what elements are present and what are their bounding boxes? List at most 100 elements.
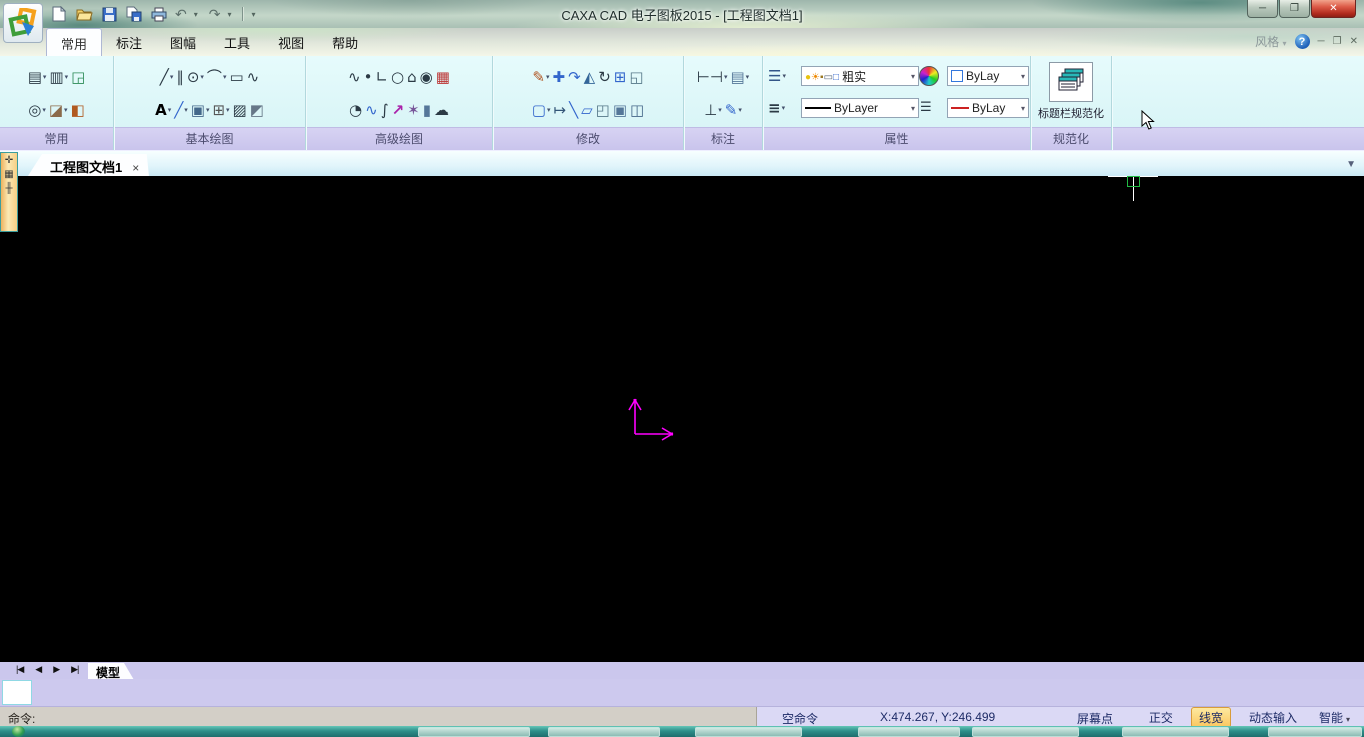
drawing-canvas[interactable] [0,176,1364,662]
close-button[interactable]: ✕ [1311,0,1356,18]
sheet-nav-icon-1[interactable]: ◀ [35,664,41,675]
spline-icon[interactable]: ∿ [347,65,362,89]
color-combo[interactable]: ByLay ▾ [947,66,1029,86]
arc-icon[interactable]: ⌒▾ [206,65,228,89]
ribbon-tab-工具[interactable]: 工具 [210,28,264,56]
ribbon-tab-标注[interactable]: 标注 [102,28,156,56]
scale-icon[interactable]: ◱ [628,65,644,89]
linetype-combo[interactable]: ByLayer ▾ [801,98,919,118]
polygon-icon[interactable]: ⌂ [406,65,418,89]
group-label-advanced-draw[interactable]: 高级绘图 [306,130,492,147]
group-label-dimension[interactable]: 标注 [684,130,762,147]
local-enlarge-icon[interactable]: ◔ [348,98,363,122]
layer-combo[interactable]: ●☀▪▭□ 粗实 ▾ [801,66,919,86]
status-screen-point[interactable]: 屏幕点 [1077,710,1113,727]
trim-icon[interactable]: ▢▾ [531,98,552,122]
taskbar-button[interactable] [858,727,960,737]
command-prompt[interactable]: 命令: [0,707,757,727]
datum-icon[interactable]: ▤▾ [729,65,750,89]
ribbon-tab-视图[interactable]: 视图 [264,28,318,56]
coordinate-axes-icon[interactable]: ∟ [374,65,389,89]
command-area[interactable] [0,679,1364,706]
minimize-button[interactable]: ─ [1247,0,1278,18]
status-toggle-动态输入[interactable]: 动态输入 [1245,708,1301,727]
restore-button[interactable]: ❐ [1279,0,1310,18]
model-sheet-tab[interactable]: 模型 [88,663,134,680]
library-tool-icon[interactable]: ⊞▾ [211,98,230,122]
status-toggle-智能[interactable]: 智能▾ [1315,708,1354,727]
bolt-icon[interactable]: ▮ [422,98,432,122]
coordinate-dimension-icon[interactable]: ⊥▾ [703,98,723,122]
block-icon[interactable]: ▣▾ [190,98,211,122]
status-toggle-线宽[interactable]: 线宽 [1191,707,1231,728]
group-label-basic-draw[interactable]: 基本绘图 [114,130,305,147]
doc-restore-icon[interactable]: ❐ [1333,36,1342,47]
ribbon-tab-帮助[interactable]: 帮助 [318,28,372,56]
text-icon[interactable]: A▾ [154,98,172,122]
doc-close-icon[interactable]: ✕ [1350,36,1358,47]
table-icon[interactable]: ▦ [435,65,451,89]
coord-tool-icon[interactable]: ✛ [5,156,13,166]
group-label-common[interactable]: 常用 [0,130,113,147]
taskbar-button[interactable] [1268,727,1362,737]
arrow-icon[interactable]: ↗ [391,98,406,122]
mirror-icon[interactable]: ◭ [583,65,597,89]
refresh-view-icon[interactable]: ◲ [70,65,86,89]
style-dropdown[interactable]: 风格 ▾ [1255,33,1286,50]
title-block-normalize-button[interactable]: 标题栏规范化 [1035,62,1107,121]
layer-switch-icon[interactable]: ☰▾ [767,64,801,88]
linetype-scale-icon[interactable]: ☰ [919,96,947,120]
move-icon[interactable]: ✚ [552,65,567,89]
explode-icon[interactable]: ◰ [595,98,611,122]
group-label-modify[interactable]: 修改 [493,130,683,147]
tangent-circle-icon[interactable]: ◉ [419,65,434,89]
view-3d-icon[interactable]: ▣ [612,98,628,122]
ribbon-tab-常用[interactable]: 常用 [46,28,102,57]
hatch-icon[interactable]: ▨ [232,98,248,122]
closed-spline-icon[interactable]: ∿ [246,65,261,89]
color-wheel-icon[interactable] [919,66,939,86]
center-line-icon[interactable]: ╱▾ [173,98,189,122]
sheet-nav-icon-3[interactable]: ▶| [71,664,78,675]
sheet-nav-icon-2[interactable]: ▶ [53,664,59,675]
taskbar-button[interactable] [695,727,802,737]
layer-box-icon[interactable]: □ [833,72,839,83]
zoom-icon[interactable]: ◎▾ [27,98,47,122]
stretch-icon[interactable]: ▱ [580,98,594,122]
palette-icon[interactable]: ◧ [70,98,86,122]
taskbar-button[interactable] [418,727,530,737]
document-tab-close-icon[interactable]: × [132,161,139,175]
status-toggle-正交[interactable]: 正交 [1145,708,1177,727]
help-icon[interactable]: ? [1295,34,1310,49]
fence-tool-icon[interactable]: ╫ [5,184,12,194]
dimension-edit-icon[interactable]: ✎▾ [724,98,743,122]
start-button[interactable] [12,726,25,737]
taskbar-button[interactable] [1122,727,1229,737]
grid-tool-icon[interactable]: ▦ [4,170,13,180]
taskbar-button[interactable] [972,727,1079,737]
line-icon[interactable]: ╱▾ [159,65,175,89]
formula-curve-icon[interactable]: ∫ [380,98,390,122]
linetype2-combo[interactable]: ByLay ▾ [947,98,1029,118]
region-icon[interactable]: ◩ [249,98,265,122]
contour-icon[interactable]: ✶ [406,98,421,122]
sun-icon[interactable]: ☀ [811,72,820,83]
group-label-standard[interactable]: 规范化 [1031,130,1111,147]
circle-icon[interactable]: ⊙▾ [186,65,205,89]
block-edit-icon[interactable]: ◫ [629,98,645,122]
ellipse-icon[interactable]: ○ [390,65,405,89]
dimension-icon[interactable]: ⊢⊣▾ [696,65,729,89]
copy-object-icon[interactable]: ↷ [567,65,582,89]
extend-icon[interactable]: ↦ [552,98,567,122]
ribbon-tab-图幅[interactable]: 图幅 [156,28,210,56]
point-icon[interactable]: • [363,65,374,89]
wave-line-icon[interactable]: ∿ [364,98,379,122]
document-list-dropdown-icon[interactable]: ▼ [1346,159,1356,170]
array-icon[interactable]: ⊞ [613,65,628,89]
break-icon[interactable]: ╲ [568,98,579,122]
command-input-box[interactable] [2,680,32,705]
rotate-icon[interactable]: ↻ [597,65,612,89]
paste-icon[interactable]: ▤▾ [27,65,48,89]
group-label-properties[interactable]: 属性 [763,130,1030,147]
cloud-line-icon[interactable]: ☁ [433,98,450,122]
